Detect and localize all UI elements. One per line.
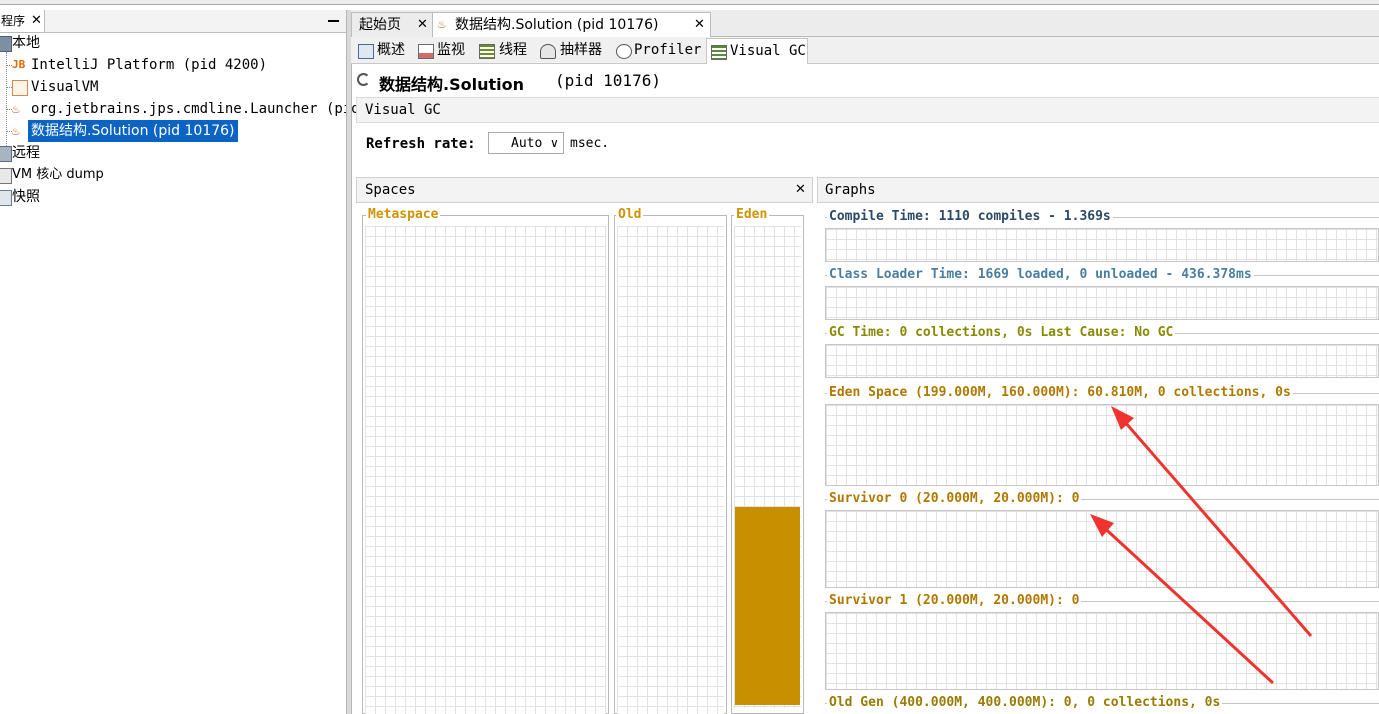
- annotation-overlay: [1090, 406, 1313, 685]
- annotation-arrow: [1116, 413, 1313, 637]
- annotation-arrow: [1096, 520, 1275, 685]
